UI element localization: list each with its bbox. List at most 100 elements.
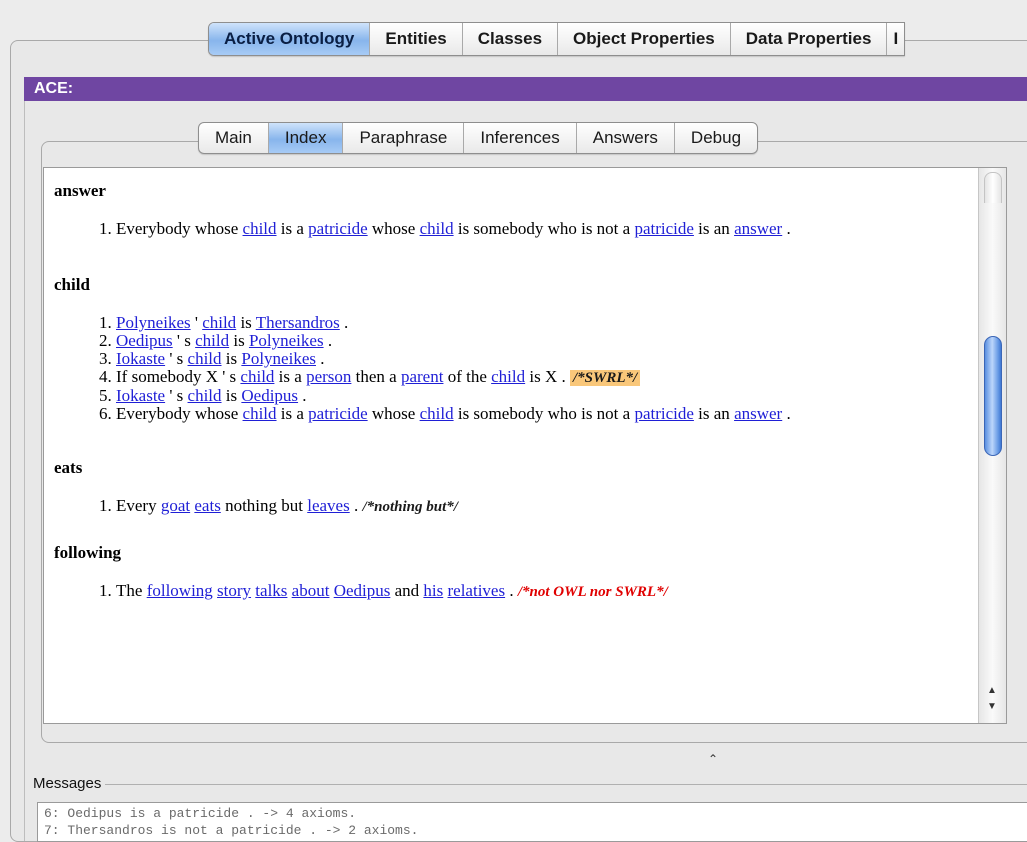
index-content-pane[interactable]: answer Everybody whose child is a patric… <box>43 167 1007 724</box>
word-link[interactable]: child <box>188 349 222 368</box>
word-link[interactable]: Iokaste <box>116 386 165 405</box>
messages-divider <box>100 784 1027 785</box>
text: is an <box>693 404 735 423</box>
tab-paraphrase[interactable]: Paraphrase <box>343 123 465 153</box>
message-line: 6: Oedipus is a patricide . -> 4 axioms. <box>44 806 357 821</box>
word-link[interactable]: parent <box>401 367 443 386</box>
word-link[interactable]: child <box>243 219 277 238</box>
word-link[interactable]: child <box>420 219 454 238</box>
word-link[interactable]: patricide <box>308 219 367 238</box>
word-link[interactable]: Thersandros <box>256 313 340 332</box>
index-section-child: child Polyneikes ' child is Thersandros … <box>54 274 968 423</box>
text: . <box>782 219 791 238</box>
word-link[interactable]: his <box>423 581 443 600</box>
section-title: eats <box>54 458 83 477</box>
word-link[interactable]: patricide <box>634 219 693 238</box>
word-link[interactable]: child <box>240 367 274 386</box>
text: . <box>505 581 518 600</box>
messages-log[interactable]: 6: Oedipus is a patricide . -> 4 axioms.… <box>37 802 1027 842</box>
word-link[interactable]: relatives <box>448 581 506 600</box>
tab-overflow[interactable]: I <box>887 23 904 55</box>
text: . <box>298 386 307 405</box>
list-item: Every goat eats nothing but leaves . /*n… <box>116 497 968 516</box>
text: whose <box>367 219 420 238</box>
text: Every <box>116 496 161 515</box>
text: The <box>116 581 147 600</box>
word-link[interactable]: about <box>292 581 330 600</box>
text: ' <box>190 313 203 332</box>
word-link[interactable]: goat <box>161 496 190 515</box>
word-link[interactable]: child <box>195 331 229 350</box>
ace-title: ACE: <box>34 80 74 97</box>
index-section-eats: eats Every goat eats nothing but leaves … <box>54 457 968 516</box>
scroll-track-cap <box>984 172 1002 203</box>
message-line: 7: Thersandros is not a patricide . -> 2… <box>44 823 419 838</box>
tab-data-properties[interactable]: Data Properties <box>731 23 888 55</box>
word-link[interactable]: Iokaste <box>116 349 165 368</box>
text: and <box>390 581 424 600</box>
tab-index[interactable]: Index <box>268 123 344 153</box>
swrl-comment: /*SWRL*/ <box>570 370 641 386</box>
text: is somebody who is not a <box>453 219 635 238</box>
index-section-answer: answer Everybody whose child is a patric… <box>54 180 968 238</box>
word-link[interactable]: Polyneikes <box>249 331 324 350</box>
arrow-up-icon[interactable]: ▲ <box>984 684 1000 698</box>
tab-main[interactable]: Main <box>199 123 269 153</box>
tab-object-properties[interactable]: Object Properties <box>558 23 731 55</box>
word-link[interactable]: child <box>202 313 236 332</box>
text: is <box>221 349 242 368</box>
word-link[interactable]: Oedipus <box>334 581 391 600</box>
nothing-but-comment: /*nothing but*/ <box>362 499 458 515</box>
tab-entities[interactable]: Entities <box>370 23 463 55</box>
index-document: answer Everybody whose child is a patric… <box>44 168 978 723</box>
tab-inferences[interactable]: Inferences <box>464 123 577 153</box>
word-link[interactable]: story <box>217 581 251 600</box>
list-item: Everybody whose child is a patricide who… <box>116 220 968 238</box>
text: is X . <box>525 367 571 386</box>
tab-classes[interactable]: Classes <box>463 23 559 55</box>
word-link[interactable]: Oedipus <box>241 386 298 405</box>
section-title: answer <box>54 181 106 200</box>
top-tab-bar: Active Ontology Entities Classes Object … <box>208 22 906 56</box>
text: is an <box>693 219 735 238</box>
tab-debug[interactable]: Debug <box>675 123 757 153</box>
list-item: If somebody X ' s child is a person then… <box>116 368 968 387</box>
text: of the <box>443 367 492 386</box>
text: ' s <box>165 349 188 368</box>
caret-up-icon[interactable]: ⌃ <box>708 752 718 766</box>
arrow-down-icon[interactable]: ▼ <box>984 700 1000 714</box>
word-link[interactable]: person <box>306 367 351 386</box>
word-link[interactable]: child <box>188 386 222 405</box>
vertical-scrollbar[interactable]: ▲ ▼ <box>978 168 1006 723</box>
word-link[interactable]: eats <box>194 496 220 515</box>
list-item: Polyneikes ' child is Thersandros . <box>116 314 968 332</box>
word-link[interactable]: Polyneikes <box>116 313 191 332</box>
messages-label: Messages <box>33 775 106 792</box>
word-link[interactable]: child <box>491 367 525 386</box>
text: is <box>221 386 242 405</box>
word-link[interactable]: child <box>420 404 454 423</box>
tab-answers[interactable]: Answers <box>577 123 675 153</box>
word-link[interactable]: answer <box>734 404 782 423</box>
text: . <box>339 313 349 332</box>
word-link[interactable]: leaves <box>307 496 349 515</box>
word-link[interactable]: following <box>147 581 213 600</box>
text: then a <box>351 367 401 386</box>
ace-view-title-bar: ACE: <box>24 77 1027 101</box>
tab-active-ontology[interactable]: Active Ontology <box>209 23 371 55</box>
word-link[interactable]: child <box>243 404 277 423</box>
text: is somebody who is not a <box>453 404 635 423</box>
word-link[interactable]: patricide <box>634 404 693 423</box>
section-title: child <box>54 275 90 294</box>
text: is a <box>276 404 309 423</box>
word-link[interactable]: Oedipus <box>116 331 173 350</box>
word-link[interactable]: talks <box>255 581 287 600</box>
word-link[interactable]: Polyneikes <box>241 349 316 368</box>
text: Everybody whose <box>116 404 243 423</box>
word-link[interactable]: answer <box>734 219 782 238</box>
scroll-thumb[interactable] <box>984 336 1002 456</box>
text: is <box>229 331 249 350</box>
word-link[interactable]: patricide <box>308 404 367 423</box>
text: . <box>782 404 791 423</box>
text: is a <box>274 367 307 386</box>
